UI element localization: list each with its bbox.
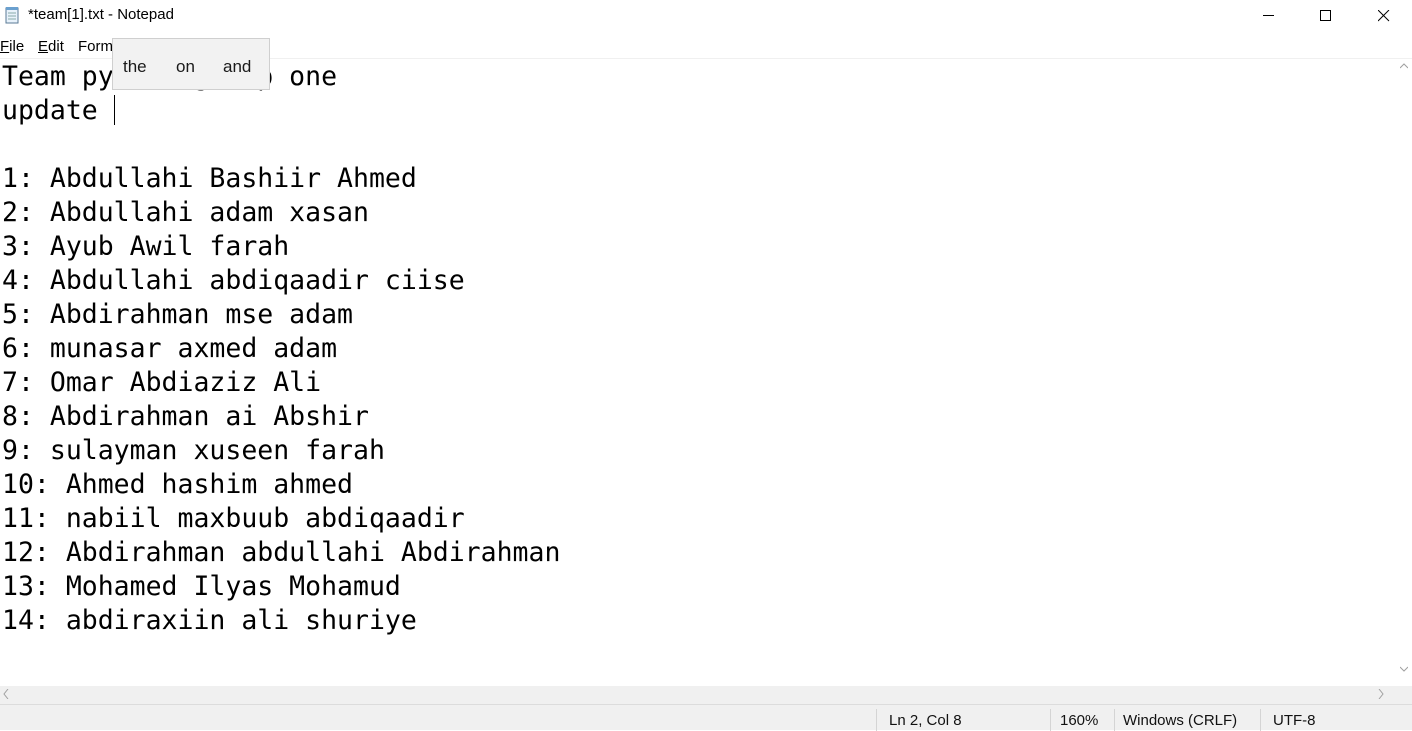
suggestion-the[interactable]: the — [123, 57, 147, 77]
scroll-left-icon[interactable] — [3, 689, 9, 699]
text-caret — [113, 95, 115, 125]
suggestion-on[interactable]: on — [176, 57, 195, 77]
editor-line: 11: nabiil maxbuub abdiqaadir — [2, 503, 465, 534]
menu-edit[interactable]: Edit — [38, 38, 64, 55]
maximize-icon — [1320, 10, 1331, 21]
editor-line: 2: Abdullahi adam xasan — [2, 197, 369, 228]
editor-line: 4: Abdullahi abdiqaadir ciise — [2, 265, 465, 296]
menu-format[interactable]: Form — [78, 38, 113, 55]
minimize-icon — [1263, 15, 1274, 16]
editor-line: 14: abdiraxiin ali shuriye — [2, 605, 417, 636]
text-suggestion-popup: the on and — [112, 38, 270, 90]
status-separator — [1114, 709, 1115, 731]
editor-line: 5: Abdirahman mse adam — [2, 299, 353, 330]
editor-line: 1: Abdullahi Bashiir Ahmed — [2, 163, 417, 194]
editor-line: update — [2, 95, 115, 126]
status-separator — [876, 709, 877, 731]
suggestion-and[interactable]: and — [223, 57, 251, 77]
vertical-scrollbar[interactable] — [1396, 59, 1412, 686]
maximize-button[interactable] — [1303, 0, 1349, 32]
horizontal-scrollbar[interactable] — [0, 686, 1396, 704]
window-title: *team[1].txt - Notepad — [28, 6, 174, 23]
scrollbar-corner — [1396, 686, 1412, 704]
text-editor[interactable]: Team python group oneupdate 1: Abdullahi… — [0, 59, 1396, 686]
line-ending: Windows (CRLF) — [1123, 712, 1238, 729]
scroll-up-icon[interactable] — [1400, 63, 1408, 69]
editor-line: 3: Ayub Awil farah — [2, 231, 290, 262]
status-separator — [1260, 709, 1261, 731]
cursor-position: Ln 2, Col 8 — [889, 712, 962, 729]
editor-line: 7: Omar Abdiaziz Ali — [2, 367, 322, 398]
notepad-icon — [4, 6, 20, 24]
close-button[interactable] — [1361, 0, 1407, 32]
title-bar: *team[1].txt - Notepad — [0, 0, 1412, 32]
editor-line: 10: Ahmed hashim ahmed — [2, 469, 353, 500]
editor-text: Team python group oneupdate 1: Abdullahi… — [2, 60, 560, 638]
close-icon — [1378, 10, 1390, 22]
minimize-button[interactable] — [1246, 0, 1292, 32]
status-bar: Ln 2, Col 8 160% Windows (CRLF) UTF-8 — [0, 704, 1412, 731]
editor-line: 12: Abdirahman abdullahi Abdirahman — [2, 537, 561, 568]
menu-file[interactable]: File — [0, 38, 24, 55]
encoding: UTF-8 — [1273, 712, 1316, 729]
zoom-level: 160% — [1060, 712, 1099, 729]
editor-line: 8: Abdirahman ai Abshir — [2, 401, 369, 432]
editor-line: 9: sulayman xuseen farah — [2, 435, 385, 466]
scroll-down-icon[interactable] — [1400, 666, 1408, 672]
editor-line: 6: munasar axmed adam — [2, 333, 338, 364]
editor-line: 13: Mohamed Ilyas Mohamud — [2, 571, 401, 602]
scroll-right-icon[interactable] — [1378, 689, 1384, 699]
editor-line: Team python group one — [2, 61, 338, 92]
status-separator — [1050, 709, 1051, 731]
